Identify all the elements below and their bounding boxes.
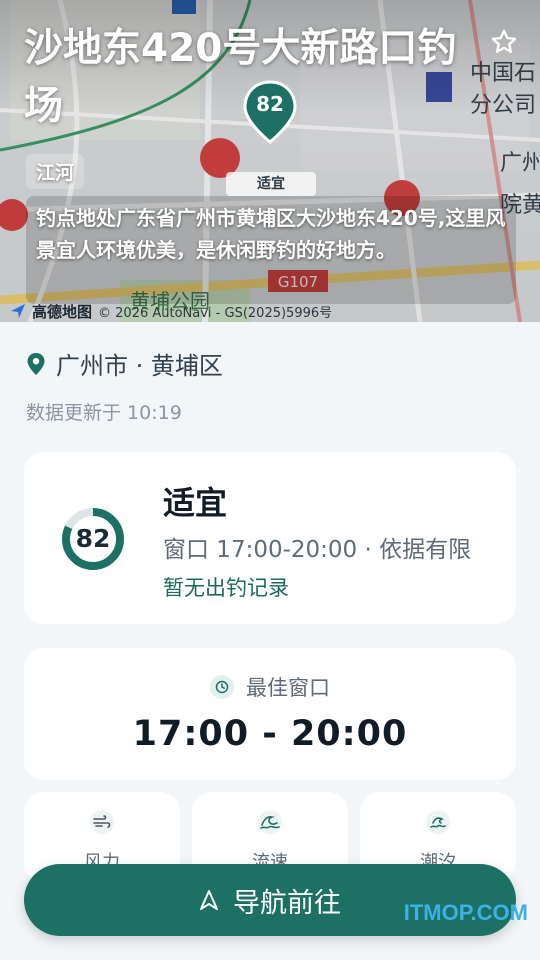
clock-icon xyxy=(210,675,234,699)
suitability-window: 窗口 17:00-20:00 · 依据有限 xyxy=(163,537,472,563)
detail-panel: 广州市 · 黄埔区 数据更新于 10:19 82 适宜 窗口 17:00-20:… xyxy=(0,322,540,960)
suitability-card[interactable]: 82 适宜 窗口 17:00-20:00 · 依据有限 暂无出钓记录 xyxy=(24,452,516,624)
best-window-label: 最佳窗口 xyxy=(246,676,330,700)
wind-icon xyxy=(90,810,114,834)
updated-time: 数据更新于 10:19 xyxy=(26,402,182,424)
navigate-label: 导航前往 xyxy=(233,887,341,918)
location-row: 广州市 · 黄埔区 xyxy=(26,346,223,381)
map-pin-label: 适宜 xyxy=(226,172,316,196)
spot-description: 钓点地处广东省广州市黄埔区大沙地东420号,这里风景宜人环境优美，是休闲野钓的好… xyxy=(26,196,516,304)
site-watermark: ITMOP.COM xyxy=(403,900,528,925)
score-value: 82 xyxy=(75,524,111,553)
navigation-arrow-icon xyxy=(200,890,218,910)
suitability-title: 适宜 xyxy=(163,484,228,522)
location-pin-icon xyxy=(27,352,45,375)
tide-icon xyxy=(426,810,450,834)
spot-title: 沙地东420号大新路口钓场 xyxy=(24,26,457,129)
location-text: 广州市 · 黄埔区 xyxy=(56,352,223,380)
wave-icon xyxy=(258,810,282,834)
map-view[interactable]: G107 中国石 分公司 广州 院黄 黄埔公园 82 适宜 沙地东420号大新路… xyxy=(0,0,540,322)
map-attribution: 高德地图 © 2026 AutoNavi - GS(2025)5996号 xyxy=(10,300,332,322)
water-type-chip: 江河 xyxy=(26,154,85,189)
navigation-arrow-icon xyxy=(11,304,25,318)
best-window-card: 最佳窗口 17:00 - 20:00 xyxy=(24,648,516,780)
best-window-header: 最佳窗口 xyxy=(24,672,516,702)
favorite-star-icon[interactable] xyxy=(490,28,518,56)
map-copyright: © 2026 AutoNavi - GS(2025)5996号 xyxy=(98,305,333,321)
map-provider-logo: 高德地图 xyxy=(32,302,93,321)
best-window-time: 17:00 - 20:00 xyxy=(132,714,408,754)
fishing-record-link[interactable]: 暂无出钓记录 xyxy=(163,572,289,602)
